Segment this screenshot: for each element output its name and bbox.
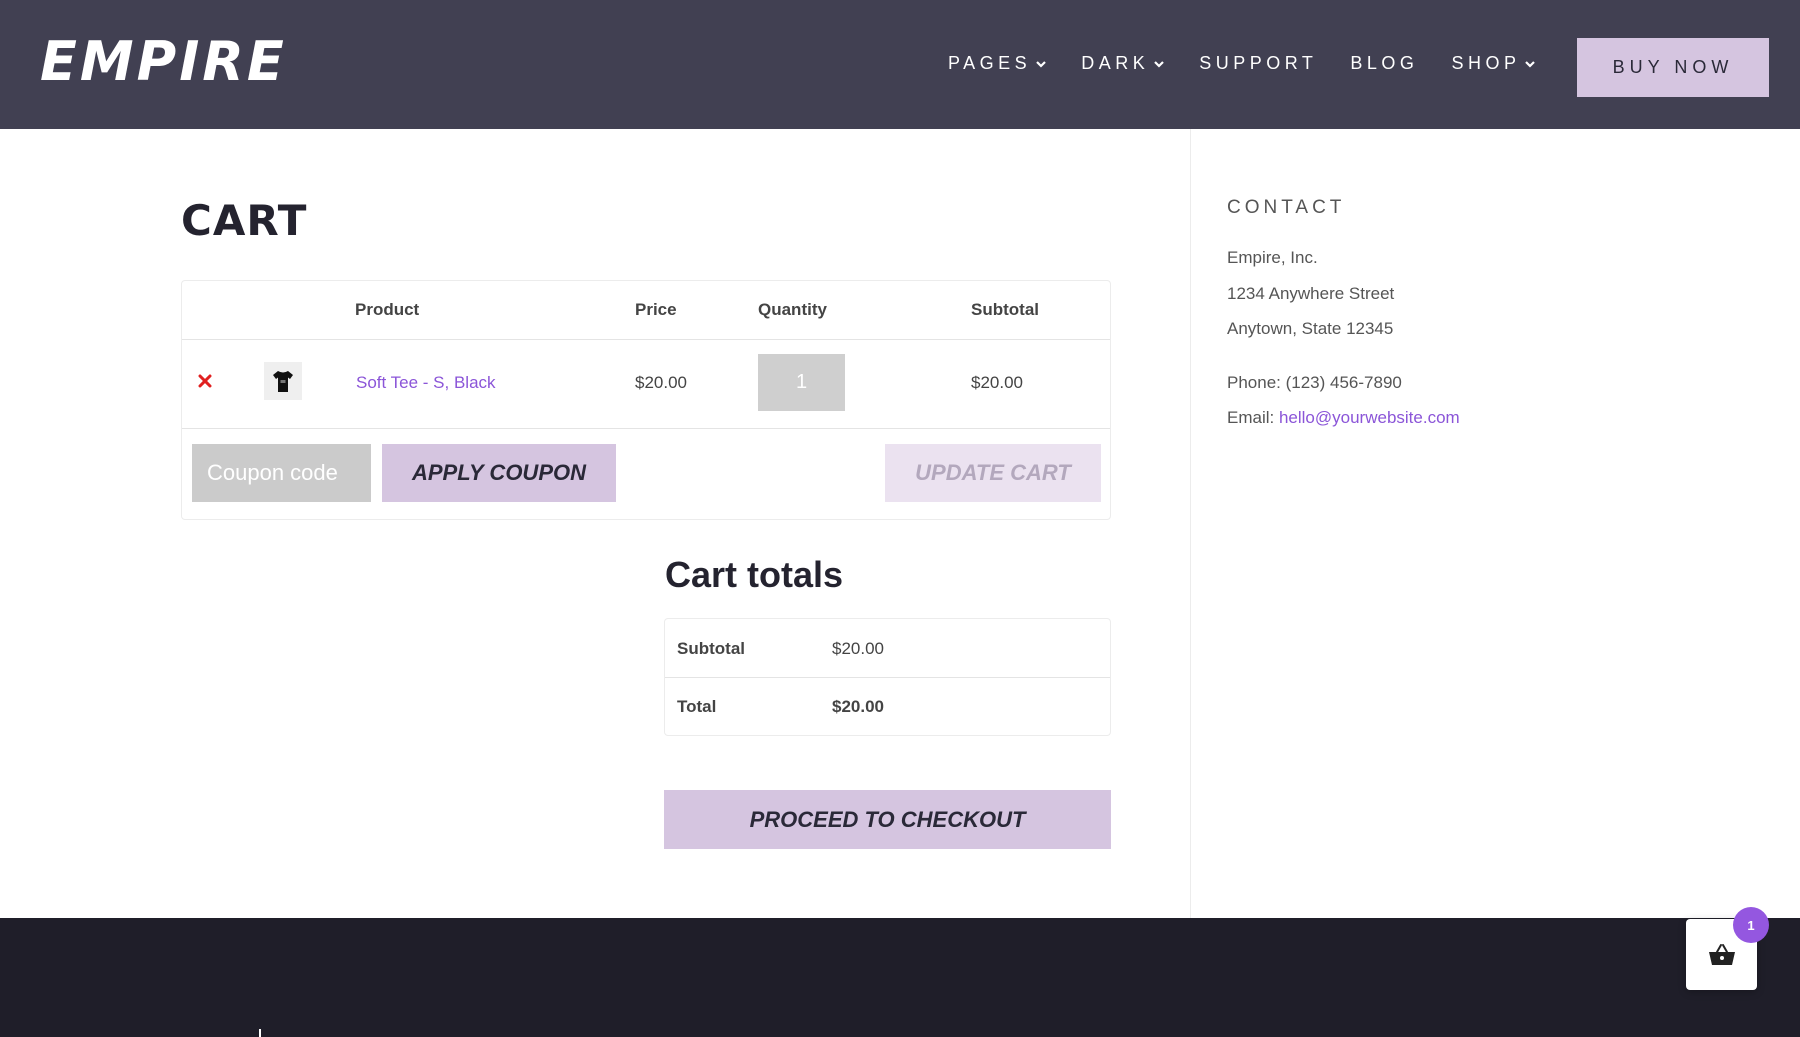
nav-item-label: SUPPORT <box>1199 53 1317 74</box>
item-subtotal: $20.00 <box>971 373 1023 393</box>
chevron-down-icon <box>1523 57 1537 71</box>
email-label: Email: <box>1227 408 1274 427</box>
apply-coupon-button[interactable]: APPLY COUPON <box>382 444 616 502</box>
subtotal-label: Subtotal <box>677 639 745 659</box>
sidebar-divider <box>1190 129 1191 918</box>
city-address: Anytown, State 12345 <box>1227 319 1393 339</box>
divider <box>182 428 1110 429</box>
column-header-product: Product <box>355 300 419 320</box>
update-cart-button[interactable]: UPDATE CART <box>885 444 1101 502</box>
t-shirt-icon <box>270 368 296 394</box>
street-address: 1234 Anywhere Street <box>1227 284 1394 304</box>
email-line: Email: hello@yourwebsite.com <box>1227 408 1460 428</box>
total-value: $20.00 <box>832 697 884 717</box>
column-header-quantity: Quantity <box>758 300 827 320</box>
sidebar-title: CONTACT <box>1227 197 1345 219</box>
nav-item-label: BLOG <box>1350 53 1418 74</box>
divider <box>665 677 1110 678</box>
footer-mark <box>259 1029 261 1037</box>
nav-item-dark[interactable]: DARK <box>1081 53 1166 74</box>
buy-now-button[interactable]: BUY NOW <box>1577 38 1769 97</box>
phone-number: Phone: (123) 456-7890 <box>1227 373 1402 393</box>
column-header-price: Price <box>635 300 677 320</box>
proceed-to-checkout-button[interactable]: PROCEED TO CHECKOUT <box>664 790 1111 849</box>
site-footer <box>0 918 1800 1037</box>
basket-icon <box>1708 943 1736 967</box>
nav-item-shop[interactable]: SHOP <box>1451 53 1537 74</box>
item-price: $20.00 <box>635 373 687 393</box>
main-nav: PAGES DARK SUPPORT BLOG SHOP <box>948 53 1570 74</box>
cart-count-badge: 1 <box>1733 907 1769 943</box>
quantity-input[interactable] <box>758 354 845 411</box>
site-logo[interactable]: EMPIRE <box>40 30 287 93</box>
nav-item-label: SHOP <box>1451 53 1520 74</box>
column-header-subtotal: Subtotal <box>971 300 1039 320</box>
site-header: EMPIRE PAGES DARK SUPPORT BLOG SHOP BUY … <box>0 0 1800 129</box>
product-link[interactable]: Soft Tee - S, Black <box>356 373 496 393</box>
divider <box>182 339 1110 340</box>
company-name: Empire, Inc. <box>1227 248 1318 268</box>
coupon-code-input[interactable] <box>192 444 371 502</box>
remove-item-icon[interactable] <box>197 373 213 389</box>
subtotal-value: $20.00 <box>832 639 884 659</box>
total-label: Total <box>677 697 716 717</box>
chevron-down-icon <box>1152 57 1166 71</box>
email-link[interactable]: hello@yourwebsite.com <box>1279 408 1460 427</box>
nav-item-pages[interactable]: PAGES <box>948 53 1048 74</box>
nav-item-label: DARK <box>1081 53 1149 74</box>
page-title: CART <box>181 196 307 245</box>
cart-table: Product Price Quantity Subtotal Soft Tee… <box>181 280 1111 520</box>
product-thumbnail[interactable] <box>264 362 302 400</box>
nav-item-blog[interactable]: BLOG <box>1350 53 1418 74</box>
cart-totals-title: Cart totals <box>665 554 843 596</box>
nav-item-support[interactable]: SUPPORT <box>1199 53 1317 74</box>
chevron-down-icon <box>1034 57 1048 71</box>
nav-item-label: PAGES <box>948 53 1031 74</box>
cart-totals-table: Subtotal $20.00 Total $20.00 <box>664 618 1111 736</box>
